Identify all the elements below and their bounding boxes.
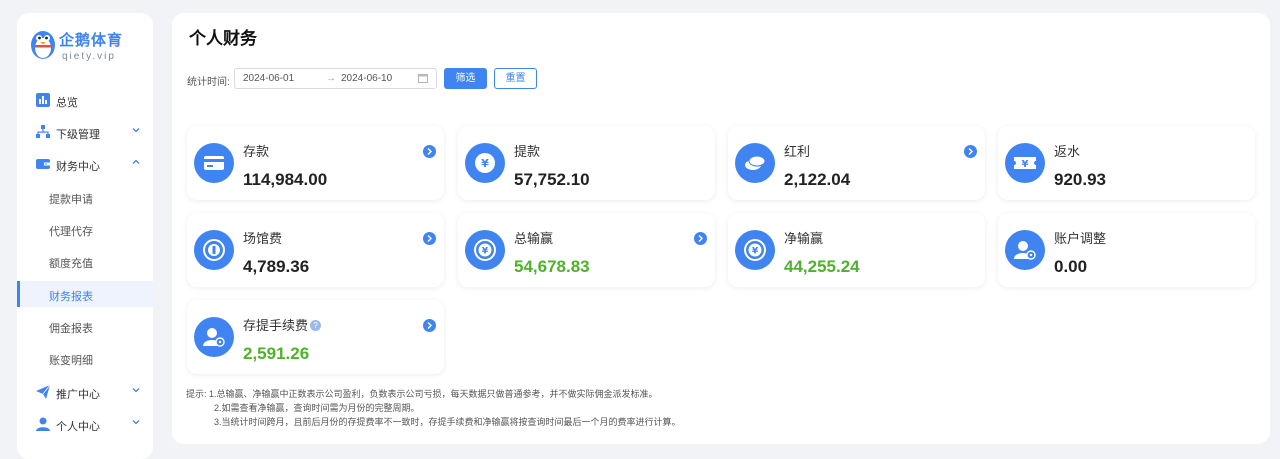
filter-button[interactable]: 筛选: [444, 68, 487, 89]
stat-title-text: 存提手续费: [243, 318, 309, 333]
sidebar-subitem-finance-report[interactable]: 财务报表: [17, 281, 153, 307]
stat-card-account-adjustment[interactable]: 账户调整 0.00: [998, 213, 1255, 287]
stat-card-net-win-loss[interactable]: ¥ 净输赢 44,255.24: [728, 213, 985, 287]
stat-card-rebate[interactable]: ¥ 返水 920.93: [998, 126, 1255, 200]
stat-value: 4,789.36: [243, 257, 310, 276]
yen-ticket-icon: ¥: [1005, 143, 1045, 183]
sidebar-item-label: 下级管理: [56, 129, 100, 141]
user-icon: [36, 417, 50, 431]
stat-value: 57,752.10: [514, 170, 590, 189]
sidebar-item-finance[interactable]: 财务中心: [17, 149, 153, 179]
sidebar-item-label: 总览: [56, 97, 78, 109]
sidebar: 企鹅体育 qiety.vip 总览 下级管理 财务中心 提款申请 代理代存 额度…: [17, 13, 153, 459]
stat-value: 0.00: [1054, 257, 1088, 276]
svg-text:¥: ¥: [482, 247, 489, 257]
stat-card-transaction-fee[interactable]: 存提手续费? 2,591.26: [187, 300, 444, 374]
date-separator: →: [326, 73, 336, 84]
wallet-icon: [36, 159, 50, 169]
sidebar-item-promotion[interactable]: 推广中心: [17, 377, 153, 407]
sidebar-subitem-label: 提款申请: [49, 194, 93, 206]
stat-card-deposit[interactable]: 存款 114,984.00: [187, 126, 444, 200]
stat-title: 返水: [1054, 144, 1081, 159]
chart-bars-icon: [36, 93, 50, 107]
chevron-down-icon: [132, 420, 140, 425]
stat-title: 提款: [514, 144, 541, 159]
yen-coin-icon: ¥: [465, 143, 505, 183]
sidebar-item-personal[interactable]: 个人中心: [17, 409, 153, 439]
stat-value: 44,255.24: [784, 257, 860, 276]
chevron-right-icon[interactable]: [694, 232, 707, 245]
sidebar-subitem-credit-topup[interactable]: 额度充值: [17, 248, 153, 274]
help-icon[interactable]: ?: [310, 320, 322, 331]
chevron-right-icon[interactable]: [423, 319, 436, 332]
stat-title: 存提手续费?: [243, 315, 322, 334]
stat-title: 存款: [243, 144, 270, 159]
note-line: 提示: 1.总输赢、净输赢中正数表示公司盈利，负数表示公司亏损，每天数据只做普通…: [186, 389, 658, 399]
end-date[interactable]: 2024-06-10: [341, 73, 392, 84]
sidebar-subitem-label: 佣金报表: [49, 323, 93, 335]
chevron-up-icon: [132, 159, 140, 164]
date-range-picker[interactable]: 2024-06-01 → 2024-06-10: [234, 68, 437, 89]
stat-value: 920.93: [1054, 170, 1106, 189]
page-title: 个人财务: [189, 29, 257, 49]
stat-title: 总输赢: [514, 231, 554, 246]
chevron-down-icon: [132, 128, 140, 133]
main-panel: 个人财务 统计时间: 2024-06-01 → 2024-06-10 筛选 重置…: [172, 13, 1270, 444]
brand-logo[interactable]: 企鹅体育 qiety.vip: [29, 25, 139, 69]
sidebar-subitem-label: 代理代存: [49, 226, 93, 238]
org-tree-icon: [36, 125, 50, 138]
sidebar-subitem-label: 账变明细: [49, 355, 93, 367]
brand-domain: qiety.vip: [62, 51, 116, 62]
brand-name: 企鹅体育: [59, 31, 124, 49]
sidebar-subitem-account-changes[interactable]: 账变明细: [17, 345, 153, 371]
svg-text:¥: ¥: [481, 157, 489, 170]
stat-title: 场馆费: [243, 231, 283, 246]
svg-text:¥: ¥: [752, 247, 759, 257]
sidebar-subitem-label: 财务报表: [49, 291, 93, 303]
sidebar-subitem-agent-deposit[interactable]: 代理代存: [17, 216, 153, 242]
stat-title: 净输赢: [784, 231, 824, 246]
sidebar-item-label: 推广中心: [56, 389, 100, 401]
venue-coin-icon: [194, 230, 234, 270]
yen-coin-icon: ¥: [465, 230, 505, 270]
sidebar-subitem-commission-report[interactable]: 佣金报表: [17, 313, 153, 339]
sidebar-item-label: 财务中心: [56, 161, 100, 173]
reset-button[interactable]: 重置: [494, 68, 537, 89]
note-line: 3.当统计时间跨月，且前后月份的存提费率不一致时，存提手续费和净输赢将按查询时间…: [214, 417, 681, 427]
sidebar-item-subordinates[interactable]: 下级管理: [17, 117, 153, 147]
paper-plane-icon: [36, 385, 50, 399]
stat-value: 2,591.26: [243, 344, 310, 363]
stat-title: 红利: [784, 144, 811, 159]
filter-label: 统计时间:: [187, 77, 230, 88]
chevron-right-icon[interactable]: [423, 145, 436, 158]
chevron-right-icon[interactable]: [423, 232, 436, 245]
yen-coin-icon: ¥: [735, 230, 775, 270]
start-date[interactable]: 2024-06-01: [243, 73, 294, 84]
calendar-icon: [418, 74, 428, 83]
stat-value: 54,678.83: [514, 257, 590, 276]
stat-card-total-win-loss[interactable]: ¥ 总输赢 54,678.83: [458, 213, 715, 287]
stat-card-bonus[interactable]: 红利 2,122.04: [728, 126, 985, 200]
sidebar-item-overview[interactable]: 总览: [17, 85, 153, 115]
sidebar-subitem-withdraw-request[interactable]: 提款申请: [17, 184, 153, 210]
chevron-down-icon: [132, 388, 140, 393]
user-gear-icon: [1005, 230, 1045, 270]
note-line: 2.如需查看净输赢，查询时间需为月份的完整周期。: [214, 403, 420, 413]
stat-value: 2,122.04: [784, 170, 851, 189]
stat-title: 账户调整: [1054, 231, 1107, 246]
sidebar-item-label: 个人中心: [56, 421, 100, 433]
penguin-logo-icon: [31, 31, 55, 59]
chevron-right-icon[interactable]: [964, 145, 977, 158]
stat-card-withdrawal[interactable]: ¥ 提款 57,752.10: [458, 126, 715, 200]
user-gear-icon: [194, 317, 234, 357]
sidebar-subitem-label: 额度充值: [49, 258, 93, 270]
svg-text:¥: ¥: [1022, 159, 1029, 170]
stat-value: 114,984.00: [243, 170, 328, 189]
coins-icon: [735, 143, 775, 183]
stat-card-venue-fee[interactable]: 场馆费 4,789.36: [187, 213, 444, 287]
card-icon: [194, 143, 234, 183]
